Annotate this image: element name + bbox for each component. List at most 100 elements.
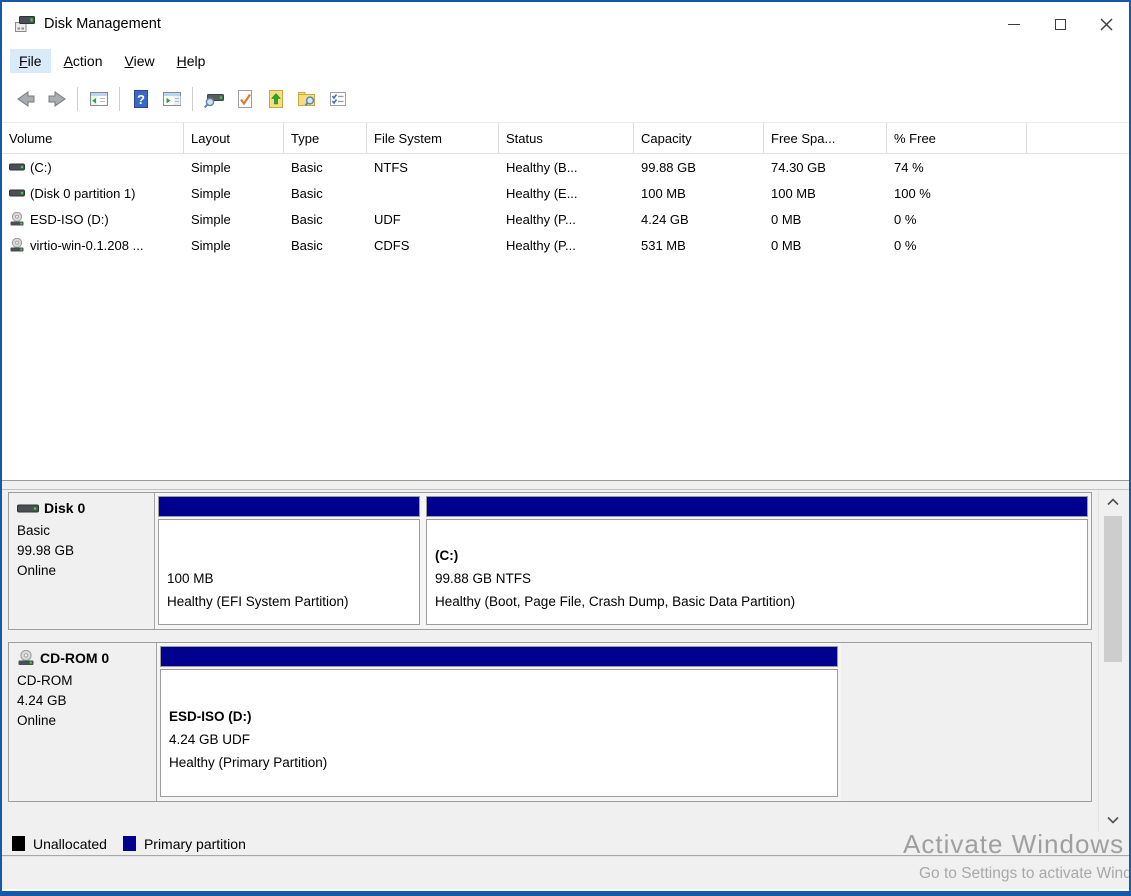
show-console-tree-button[interactable] [83, 84, 114, 114]
partition-size: 4.24 GB UDF [169, 728, 829, 751]
cell-capacity: 100 MB [634, 186, 764, 201]
menu-file[interactable]: File [10, 49, 51, 73]
volume-list: Volume Layout Type File System Status Ca… [2, 122, 1129, 480]
properties-list-icon [327, 88, 349, 110]
menubar: File Action View Help [2, 46, 1129, 76]
column-header-volume[interactable]: Volume [2, 123, 184, 153]
volume-row-c[interactable]: (C:) Simple Basic NTFS Healthy (B... 99.… [2, 154, 1129, 180]
cell-free-space: 74.30 GB [764, 160, 887, 175]
cell-file-system: UDF [367, 212, 499, 227]
column-header-file-system[interactable]: File System [367, 123, 499, 153]
partition-size: 99.88 GB NTFS [435, 567, 1079, 590]
folder-search-button[interactable] [291, 84, 322, 114]
volume-row-virtio-win[interactable]: virtio-win-0.1.208 ... Simple Basic CDFS… [2, 232, 1129, 258]
cell-pct-free: 0 % [887, 238, 1027, 253]
scroll-down-button[interactable] [1099, 810, 1127, 830]
menu-view[interactable]: View [116, 49, 164, 73]
disk-name: Disk 0 [44, 500, 85, 516]
disk-icon [9, 161, 25, 173]
check-task-button[interactable] [229, 84, 260, 114]
cell-free-space: 100 MB [764, 186, 887, 201]
disk-name: CD-ROM 0 [40, 650, 109, 666]
help-button[interactable]: ? [125, 84, 156, 114]
column-header-layout[interactable]: Layout [184, 123, 284, 153]
volume-name: virtio-win-0.1.208 ... [30, 238, 143, 253]
disk-size: 99.98 GB [17, 541, 146, 561]
folder-up-button[interactable] [260, 84, 291, 114]
scroll-up-button[interactable] [1099, 492, 1127, 512]
toolbar-separator [192, 87, 193, 111]
menu-action[interactable]: Action [55, 49, 112, 73]
partition-c[interactable]: (C:) 99.88 GB NTFS Healthy (Boot, Page F… [423, 493, 1091, 629]
minimize-button[interactable] [991, 2, 1037, 46]
cell-type: Basic [284, 160, 367, 175]
legend-label: Primary partition [144, 836, 246, 852]
partition-d[interactable]: ESD-ISO (D:) 4.24 GB UDF Healthy (Primar… [157, 643, 841, 801]
disk-size: 4.24 GB [17, 691, 148, 711]
partition-efi[interactable]: 100 MB Healthy (EFI System Partition) [155, 493, 423, 629]
cell-status: Healthy (E... [499, 186, 634, 201]
column-header-free-space[interactable]: Free Spa... [764, 123, 887, 153]
partition-size: 100 MB [167, 567, 411, 590]
legend-bar: Unallocated Primary partition [2, 832, 1129, 856]
folder-search-icon [296, 88, 318, 110]
volume-row-esd-iso[interactable]: ESD-ISO (D:) Simple Basic UDF Healthy (P… [2, 206, 1129, 232]
back-button[interactable] [10, 84, 41, 114]
titlebar: Disk Management [2, 2, 1129, 46]
menu-help[interactable]: Help [168, 49, 215, 73]
close-button[interactable] [1083, 2, 1129, 46]
volume-name: (Disk 0 partition 1) [30, 186, 135, 201]
disk-type: CD-ROM [17, 671, 148, 691]
disk-status: Online [17, 561, 146, 581]
volume-list-header: Volume Layout Type File System Status Ca… [2, 123, 1129, 154]
chevron-down-icon [1106, 816, 1120, 824]
window-title: Disk Management [44, 16, 161, 32]
legend-label: Unallocated [33, 836, 107, 852]
maximize-button[interactable] [1037, 2, 1083, 46]
toolbar: ? [2, 76, 1129, 122]
disk-type: Basic [17, 521, 146, 541]
disk-0-label[interactable]: Disk 0 Basic 99.98 GB Online [9, 493, 155, 629]
cdrom-0-row: CD-ROM 0 CD-ROM 4.24 GB Online ESD-ISO (… [8, 642, 1092, 802]
column-header-status[interactable]: Status [499, 123, 634, 153]
cell-capacity: 99.88 GB [634, 160, 764, 175]
column-header-filler [1027, 123, 1129, 153]
maximize-icon [1055, 19, 1066, 30]
cell-capacity: 531 MB [634, 238, 764, 253]
disk-icon [17, 502, 39, 515]
disk-status: Online [17, 711, 148, 731]
partition-status: Healthy (EFI System Partition) [167, 590, 411, 613]
partition-color-bar [158, 496, 420, 517]
cell-file-system: CDFS [367, 238, 499, 253]
cell-pct-free: 100 % [887, 186, 1027, 201]
rescan-disks-button[interactable] [198, 84, 229, 114]
scrollbar-thumb[interactable] [1104, 516, 1122, 662]
show-action-pane-button[interactable] [156, 84, 187, 114]
close-icon [1100, 18, 1113, 31]
cell-type: Basic [284, 238, 367, 253]
column-header-pct-free[interactable]: % Free [887, 123, 1027, 153]
cdrom-0-label[interactable]: CD-ROM 0 CD-ROM 4.24 GB Online [9, 643, 157, 801]
column-header-capacity[interactable]: Capacity [634, 123, 764, 153]
show-console-tree-icon [88, 88, 110, 110]
folder-up-icon [265, 88, 287, 110]
cd-icon [17, 650, 35, 666]
back-icon [15, 88, 37, 110]
volume-name: ESD-ISO (D:) [30, 212, 109, 227]
cell-file-system: NTFS [367, 160, 499, 175]
properties-list-button[interactable] [322, 84, 353, 114]
forward-button[interactable] [41, 84, 72, 114]
forward-icon [46, 88, 68, 110]
show-action-pane-icon [161, 88, 183, 110]
cell-layout: Simple [184, 212, 284, 227]
vertical-scrollbar[interactable] [1098, 490, 1126, 832]
minimize-icon [1008, 24, 1020, 25]
cell-type: Basic [284, 212, 367, 227]
column-header-type[interactable]: Type [284, 123, 367, 153]
cell-pct-free: 0 % [887, 212, 1027, 227]
window-bottom-border [2, 891, 1129, 896]
pane-splitter[interactable] [2, 480, 1129, 490]
help-icon: ? [130, 88, 152, 110]
volume-name: (C:) [30, 160, 52, 175]
volume-row-disk0-partition1[interactable]: (Disk 0 partition 1) Simple Basic Health… [2, 180, 1129, 206]
